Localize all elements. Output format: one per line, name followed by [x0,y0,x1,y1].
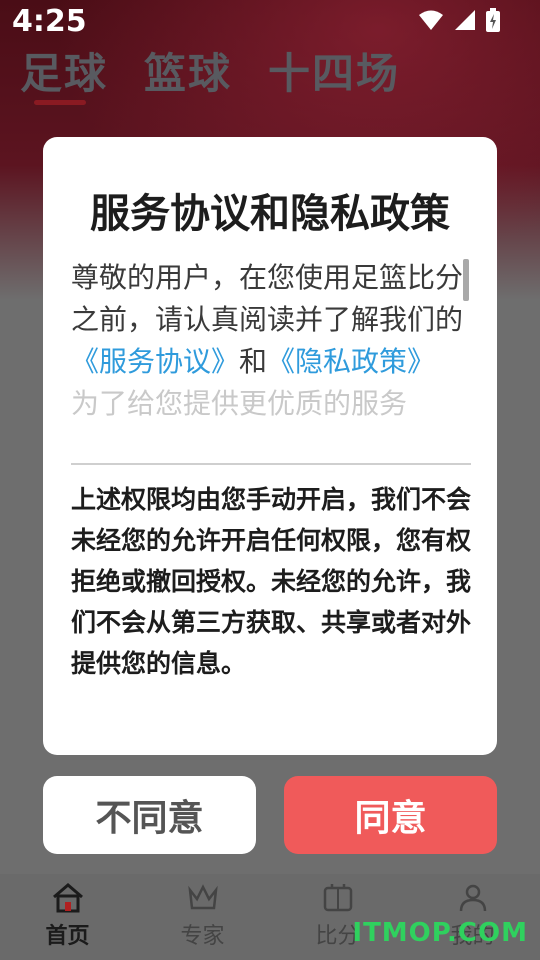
faded-text: 为了给您提供更优质的服务 [71,387,408,420]
nav-home-label: 首页 [45,924,90,949]
divider [71,463,471,465]
sports-tabs: 足球 篮球 十四场 [20,40,400,105]
privacy-policy-link[interactable]: 《隐私政策》 [267,345,435,378]
and-text: 和 [239,345,268,378]
permission-notice: 上述权限均由您手动开启，我们不会未经您的允许开启任何权限，您有权拒绝或撤回授权。… [71,485,472,678]
tab-fourteen[interactable]: 十四场 [268,40,400,101]
scrollbar[interactable] [463,259,469,301]
dialog-title: 服务协议和隐私政策 [90,191,450,237]
intro-text: 尊敬的用户，在您使用足篮比分之前，请认真阅读并了解我们的 [71,261,464,336]
home-icon [52,883,83,913]
status-bar: 4:25 [0,0,540,44]
crown-icon [187,884,218,910]
user-icon [459,884,486,912]
scoreboard-icon [323,884,352,912]
agreement-dialog: 服务协议和隐私政策 尊敬的用户，在您使用足篮比分之前，请认真阅读并了解我们的《服… [43,137,497,755]
nav-home[interactable]: 首页 [0,874,135,960]
status-icons [418,8,500,32]
agreement-scroll-area[interactable]: 尊敬的用户，在您使用足篮比分之前，请认真阅读并了解我们的《服务协议》和《隐私政策… [71,257,471,457]
status-time: 4:25 [12,4,87,39]
tab-basketball[interactable]: 篮球 [144,40,232,101]
agree-button[interactable]: 同意 [284,776,497,854]
signal-icon [455,10,475,30]
wifi-icon [419,10,443,30]
disagree-button[interactable]: 不同意 [43,776,256,854]
tab-football[interactable]: 足球 [20,40,108,105]
nav-expert-label: 专家 [180,924,225,949]
watermark: ITMOP.COM [352,918,528,948]
nav-expert[interactable]: 专家 [135,874,270,960]
service-agreement-link[interactable]: 《服务协议》 [71,345,239,378]
battery-charging-icon [486,8,500,32]
